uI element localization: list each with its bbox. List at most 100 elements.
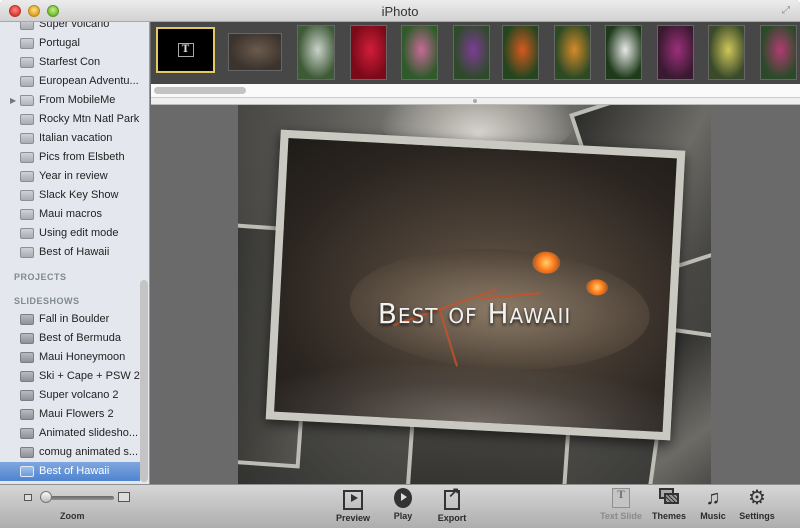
export-label: Export bbox=[437, 513, 467, 523]
smoke bbox=[265, 357, 686, 441]
sidebar-album[interactable]: Slack Key Show bbox=[0, 186, 140, 205]
window-title: iPhoto bbox=[381, 4, 419, 19]
sidebar-item-label: comug animated s... bbox=[39, 446, 139, 458]
play-button[interactable]: Play bbox=[375, 488, 431, 526]
album-icon bbox=[20, 247, 34, 258]
large-thumbnail-icon[interactable] bbox=[118, 492, 130, 502]
preview-label: Preview bbox=[335, 513, 371, 523]
sidebar-album[interactable]: Italian vacation bbox=[0, 129, 140, 148]
slide-thumbnail-lobster-claw[interactable] bbox=[554, 25, 591, 80]
sidebar-album[interactable]: Best of Hawaii bbox=[0, 243, 140, 262]
album-icon bbox=[20, 209, 34, 220]
settings-icon: ⚙ bbox=[748, 487, 766, 509]
play-icon bbox=[394, 488, 412, 508]
sidebar-album[interactable]: Pics from Elsbeth bbox=[0, 148, 140, 167]
slideshow-icon bbox=[20, 314, 34, 325]
pane-divider[interactable] bbox=[151, 98, 800, 105]
album-icon bbox=[20, 57, 34, 68]
slide-thumbnail-orange-heliconia[interactable] bbox=[502, 25, 539, 80]
thumbnail-scrollbar-thumb[interactable] bbox=[154, 87, 246, 94]
slide-thumbnail-red-ginger[interactable] bbox=[350, 25, 387, 80]
slide-title-text: Best of Hawaii bbox=[377, 297, 572, 330]
zoom-slider-control bbox=[24, 491, 134, 505]
slideshow-icon bbox=[20, 466, 34, 477]
iphoto-window: iPhoto ⤢ Super volcano Portugal Starfest… bbox=[0, 0, 800, 528]
source-list-sidebar: Super volcano Portugal Starfest Con Euro… bbox=[0, 22, 150, 484]
sidebar-item-label: Portugal bbox=[39, 37, 80, 49]
text-slide-icon: T bbox=[177, 43, 194, 57]
slideshow-icon bbox=[20, 371, 34, 382]
sidebar-item-label: Best of Hawaii bbox=[39, 465, 110, 477]
sidebar-item-label: European Adventu... bbox=[39, 75, 139, 87]
sidebar-item-label: Year in review bbox=[39, 170, 108, 182]
sidebar-album[interactable]: Maui macros bbox=[0, 205, 140, 224]
sidebar-album[interactable]: Super volcano bbox=[0, 22, 140, 34]
sidebar-folder[interactable]: ▶ From MobileMe bbox=[0, 91, 140, 110]
slide-thumbnail-yellow-spider-orchid[interactable] bbox=[708, 25, 745, 80]
sidebar-item-label: Maui Honeymoon bbox=[39, 351, 126, 363]
slide-preview-area: Best of Hawaii bbox=[151, 105, 800, 484]
export-button[interactable]: Export bbox=[424, 484, 480, 526]
featured-photo-lava-crater bbox=[265, 129, 686, 441]
fullscreen-icon[interactable]: ⤢ bbox=[780, 5, 792, 17]
sidebar-slideshow[interactable]: Ski + Cape + PSW 2 bbox=[0, 367, 140, 386]
sidebar-item-label: Pics from Elsbeth bbox=[39, 151, 125, 163]
slide-canvas[interactable]: Best of Hawaii bbox=[238, 105, 711, 484]
slideshow-icon bbox=[20, 352, 34, 363]
sidebar-slideshow-selected[interactable]: Best of Hawaii bbox=[0, 462, 140, 481]
sidebar-item-label: Ski + Cape + PSW 2 bbox=[39, 370, 140, 382]
album-icon bbox=[20, 190, 34, 201]
sidebar-item-label: Super volcano bbox=[39, 22, 110, 30]
sidebar-item-label: Best of Hawaii bbox=[39, 246, 110, 258]
zoom-slider-knob[interactable] bbox=[39, 491, 52, 503]
sidebar-album[interactable]: Using edit mode bbox=[0, 224, 140, 243]
settings-button[interactable]: ⚙ Settings bbox=[729, 488, 785, 526]
slide-thumbnail-pink-heliconia[interactable] bbox=[401, 25, 438, 80]
sidebar-slideshow[interactable]: Fall in Boulder bbox=[0, 310, 140, 329]
title-bar: iPhoto ⤢ bbox=[0, 0, 800, 22]
sidebar-item-label: Fall in Boulder bbox=[39, 313, 110, 325]
slide-thumbnail-magenta-orchid[interactable] bbox=[657, 25, 694, 80]
slide-thumbnail-purple-orchid-cluster[interactable] bbox=[453, 25, 490, 80]
play-label: Play bbox=[393, 511, 413, 521]
disclosure-triangle-icon[interactable]: ▶ bbox=[10, 91, 16, 110]
album-icon bbox=[20, 22, 34, 30]
sidebar-slideshow[interactable]: Maui Flowers 2 bbox=[0, 405, 140, 424]
sidebar-item-label: Animated slidesho... bbox=[39, 427, 139, 439]
slide-thumbnail-waterfall[interactable] bbox=[297, 25, 335, 80]
sidebar-slideshow[interactable]: Super volcano 2 bbox=[0, 386, 140, 405]
slide-thumbnail-white-flowers[interactable] bbox=[605, 25, 642, 80]
sidebar-album[interactable]: Rocky Mtn Natl Park bbox=[0, 110, 140, 129]
album-icon bbox=[20, 76, 34, 87]
sidebar-scrollbar[interactable] bbox=[140, 280, 148, 482]
slideshow-icon bbox=[20, 333, 34, 344]
text-slide-icon: T bbox=[612, 488, 630, 508]
thumbnail-scrollbar-track[interactable] bbox=[151, 84, 800, 98]
slide-thumbnail-lava-crater[interactable] bbox=[228, 33, 282, 71]
divider-handle-icon[interactable] bbox=[473, 99, 477, 103]
sidebar-album[interactable]: Year in review bbox=[0, 167, 140, 186]
sidebar-item-label: Super volcano 2 bbox=[39, 389, 119, 401]
slideshows-section-header[interactable]: SLIDESHOWS bbox=[0, 286, 140, 310]
sidebar-item-label: Using edit mode bbox=[39, 227, 119, 239]
album-icon bbox=[20, 133, 34, 144]
sidebar-album[interactable]: Starfest Con bbox=[0, 53, 140, 72]
sidebar-album[interactable]: European Adventu... bbox=[0, 72, 140, 91]
sidebar-slideshow[interactable]: Best of Bermuda bbox=[0, 329, 140, 348]
sidebar-slideshow[interactable]: comug animated s... bbox=[0, 443, 140, 462]
sidebar-slideshow[interactable]: Animated slidesho... bbox=[0, 424, 140, 443]
sidebar-slideshow[interactable]: Maui Honeymoon bbox=[0, 348, 140, 367]
preview-icon bbox=[343, 490, 363, 510]
sidebar-item-label: Italian vacation bbox=[39, 132, 113, 144]
slideshow-icon bbox=[20, 447, 34, 458]
slide-thumbnail-title-slide[interactable]: T bbox=[156, 27, 215, 73]
slide-thumbnail-slipper-orchid[interactable] bbox=[760, 25, 797, 80]
sidebar-album[interactable]: Portugal bbox=[0, 34, 140, 53]
small-thumbnail-icon[interactable] bbox=[24, 494, 32, 501]
album-icon bbox=[20, 114, 34, 125]
source-list: Super volcano Portugal Starfest Con Euro… bbox=[0, 22, 140, 481]
sidebar-item-label: Rocky Mtn Natl Park bbox=[39, 113, 140, 125]
projects-section-header[interactable]: PROJECTS bbox=[0, 262, 140, 286]
preview-button[interactable]: Preview bbox=[325, 488, 381, 526]
album-icon bbox=[20, 38, 34, 49]
